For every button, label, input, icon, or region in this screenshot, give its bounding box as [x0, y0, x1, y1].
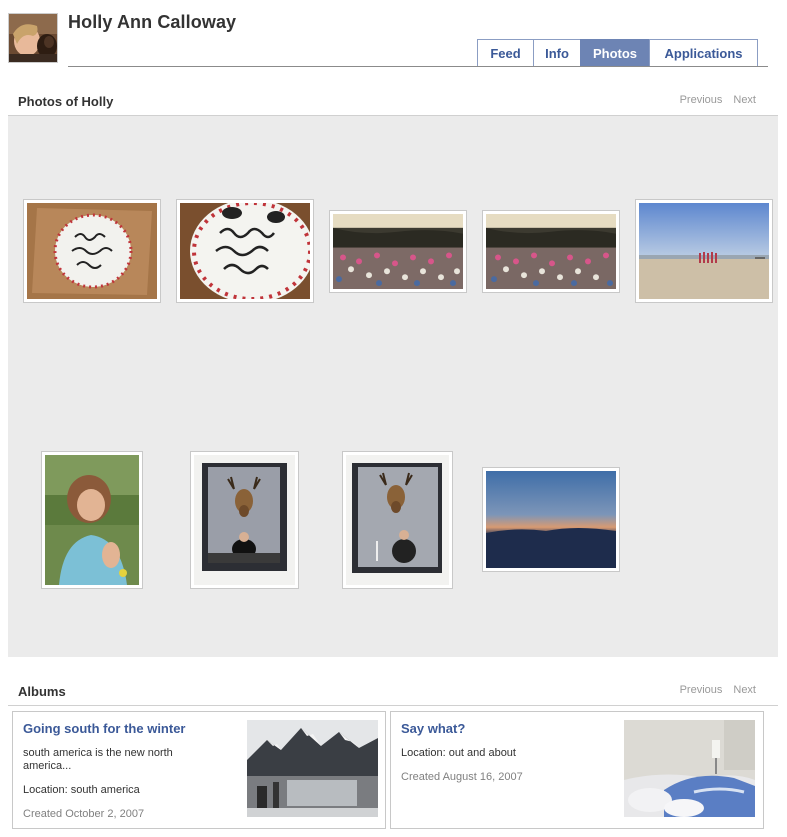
- album-created-date: Created October 2, 2007: [23, 808, 145, 820]
- photo-thumbnail[interactable]: [190, 451, 299, 589]
- albums-next-link[interactable]: Next: [733, 684, 756, 696]
- tab-photos[interactable]: Photos: [580, 39, 650, 67]
- albums-section-title: Albums: [18, 684, 66, 699]
- profile-name: Holly Ann Calloway: [68, 12, 237, 32]
- photos-grid: [8, 116, 778, 657]
- photo-image: [45, 455, 139, 585]
- photo-image: [486, 214, 616, 289]
- photo-thumbnail[interactable]: [342, 451, 453, 589]
- photo-image: [346, 455, 449, 585]
- album-location: Location: south america: [23, 784, 140, 796]
- photo-thumbnail[interactable]: [482, 467, 620, 572]
- tab-info[interactable]: Info: [533, 39, 581, 67]
- photos-previous-link[interactable]: Previous: [680, 94, 723, 106]
- album-cover-image: [247, 720, 378, 817]
- avatar[interactable]: [8, 13, 58, 63]
- album-card: Going south for the winter south america…: [12, 711, 386, 829]
- album-description: south america is the new north america..…: [23, 747, 173, 772]
- album-location: Location: out and about: [401, 747, 516, 759]
- albums-previous-link[interactable]: Previous: [680, 684, 723, 696]
- photo-thumbnail[interactable]: [482, 210, 620, 293]
- header-divider: [68, 66, 768, 67]
- profile-tabs: Feed Info Photos Applications: [477, 39, 758, 67]
- photos-next-link[interactable]: Next: [733, 94, 756, 106]
- album-card: Say what? Location: out and about Create…: [390, 711, 764, 829]
- photo-image: [194, 455, 295, 585]
- album-cover[interactable]: [247, 720, 378, 817]
- albums-pager: Previous Next: [680, 684, 756, 696]
- album-cover-image: [624, 720, 755, 817]
- photo-thumbnail[interactable]: [41, 451, 143, 589]
- album-title[interactable]: Going south for the winter: [23, 721, 186, 736]
- tab-applications[interactable]: Applications: [649, 39, 758, 67]
- photo-image: [639, 203, 769, 299]
- tab-feed[interactable]: Feed: [477, 39, 534, 67]
- photo-image: [333, 214, 463, 289]
- photo-thumbnail[interactable]: [23, 199, 161, 303]
- photos-pager: Previous Next: [680, 94, 756, 106]
- photo-image: [27, 203, 157, 299]
- photo-thumbnail[interactable]: [329, 210, 467, 293]
- albums-section-divider: [8, 705, 778, 706]
- album-title[interactable]: Say what?: [401, 721, 465, 736]
- photo-thumbnail[interactable]: [176, 199, 314, 303]
- photo-thumbnail[interactable]: [635, 199, 773, 303]
- photo-image: [486, 471, 616, 568]
- album-cover[interactable]: [624, 720, 755, 817]
- photo-image: [180, 203, 310, 299]
- album-created-date: Created August 16, 2007: [401, 771, 523, 783]
- profile-picture: [9, 14, 57, 62]
- photos-section-title: Photos of Holly: [18, 94, 114, 109]
